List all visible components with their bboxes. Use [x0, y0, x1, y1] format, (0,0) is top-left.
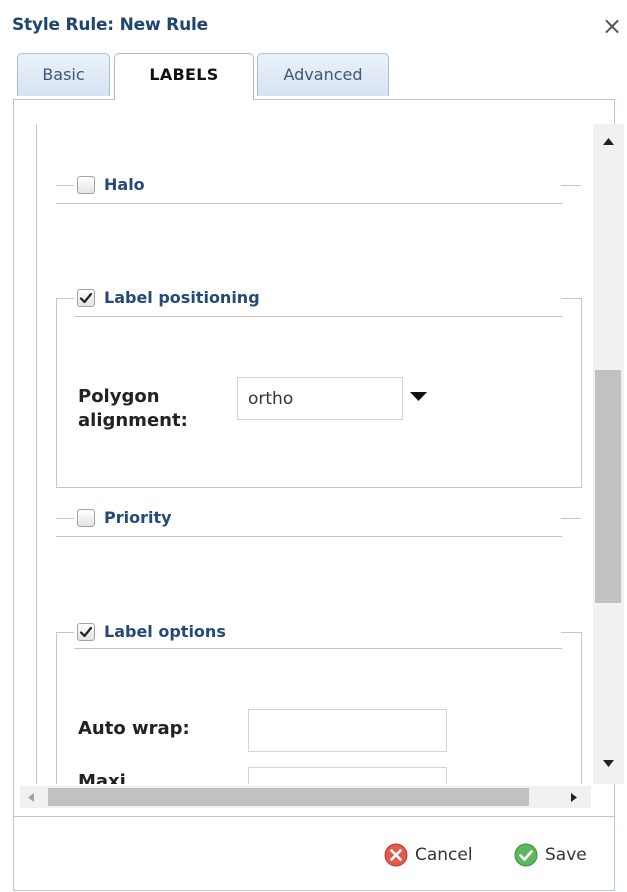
polygon-alignment-label-line1: Polygon: [78, 386, 160, 407]
label-options-label: Label options: [104, 622, 226, 641]
checkmark-icon: [79, 626, 93, 637]
outer-fieldset-border: [36, 124, 37, 784]
dialog-title: Style Rule: New Rule: [12, 15, 208, 35]
dropdown-arrow-icon[interactable]: [410, 392, 427, 402]
scroll-right-arrow-icon[interactable]: [571, 793, 577, 802]
cancel-icon: [384, 843, 408, 867]
label-options-border-top-right: [561, 632, 582, 633]
close-icon[interactable]: ×: [601, 12, 623, 40]
horizontal-scroll-thumb[interactable]: [48, 788, 529, 806]
save-label: Save: [545, 845, 587, 865]
tab-basic[interactable]: Basic: [17, 53, 110, 96]
tab-strip: Basic LABELS Advanced: [13, 53, 615, 100]
priority-border-right: [561, 518, 581, 519]
tab-advanced[interactable]: Advanced: [257, 53, 389, 96]
label-positioning-border-top-left: [56, 298, 76, 299]
label-positioning-border-top-right: [561, 298, 582, 299]
checkmark-icon: [79, 292, 93, 303]
label-positioning-border-left: [56, 298, 57, 488]
vertical-scroll-thumb[interactable]: [595, 370, 621, 603]
tab-labels[interactable]: LABELS: [114, 53, 254, 100]
scroll-up-arrow-icon[interactable]: [603, 138, 614, 145]
priority-legend: Priority: [74, 508, 175, 527]
cancel-label: Cancel: [415, 845, 473, 865]
label-positioning-border-right: [581, 298, 582, 488]
footer-divider: [14, 816, 614, 817]
label-options-underline: [74, 648, 562, 649]
polygon-alignment-select[interactable]: ortho: [237, 377, 403, 420]
label-positioning-border-bottom: [56, 487, 582, 488]
halo-label: Halo: [104, 175, 145, 194]
label-positioning-checkbox[interactable]: [77, 288, 95, 307]
halo-legend: Halo: [74, 175, 148, 194]
label-options-checkbox[interactable]: [77, 622, 95, 641]
auto-wrap-input[interactable]: [248, 709, 447, 752]
save-check-icon: [514, 843, 538, 867]
horizontal-scrollbar[interactable]: [20, 786, 591, 808]
label-options-border-top-left: [56, 632, 76, 633]
priority-border-left: [56, 518, 76, 519]
vertical-scrollbar[interactable]: [593, 124, 624, 784]
halo-border-left: [56, 185, 76, 186]
scroll-down-arrow-icon[interactable]: [603, 760, 614, 767]
cancel-button[interactable]: Cancel: [384, 843, 473, 867]
priority-checkbox[interactable]: [77, 508, 95, 527]
label-positioning-legend: Label positioning: [74, 288, 263, 307]
label-positioning-underline: [74, 316, 562, 317]
halo-underline: [56, 203, 562, 204]
next-field-label: Maxi: [78, 771, 126, 784]
next-field-input[interactable]: [248, 767, 447, 784]
label-options-legend: Label options: [74, 622, 229, 641]
clipped-row: Maxi: [40, 760, 592, 784]
save-button[interactable]: Save: [514, 843, 587, 867]
polygon-alignment-label-line2: alignment:: [78, 410, 188, 431]
priority-label: Priority: [104, 508, 172, 527]
polygon-alignment-label: Polygon alignment:: [78, 385, 188, 433]
auto-wrap-label: Auto wrap:: [78, 718, 190, 739]
scroll-left-arrow-icon[interactable]: [28, 793, 34, 802]
label-positioning-label: Label positioning: [104, 288, 260, 307]
halo-checkbox[interactable]: [77, 175, 95, 194]
priority-underline: [56, 536, 562, 537]
halo-border-right: [561, 185, 581, 186]
